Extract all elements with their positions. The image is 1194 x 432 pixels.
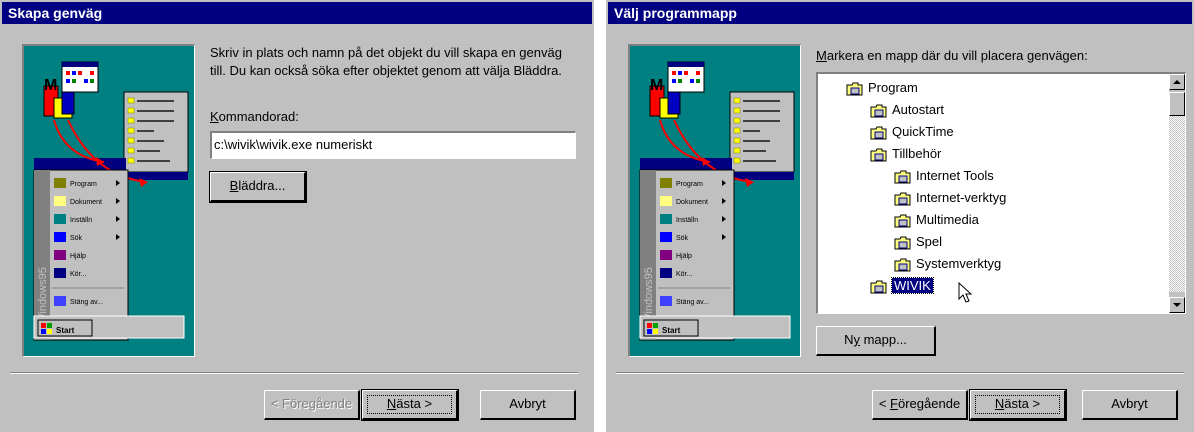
svg-text:Hjälp: Hjälp — [70, 253, 86, 260]
program-folder-icon — [894, 192, 912, 206]
tree-item-quicktime[interactable]: QuickTime — [870, 122, 954, 142]
create-shortcut-dialog: Skapa genväg M Windows95 Program Dokumen… — [0, 0, 594, 432]
tree-item-multimedia[interactable]: Multimedia — [894, 210, 979, 230]
command-line-input[interactable]: c:\wivik\wivik.exe numeriskt — [210, 131, 576, 159]
next-button[interactable]: Nästa > — [969, 389, 1067, 421]
scroll-thumb[interactable] — [1169, 92, 1185, 116]
svg-text:Dokument: Dokument — [676, 199, 708, 206]
scroll-up-button[interactable] — [1169, 74, 1185, 90]
windows95-side-label: Windows95 — [37, 267, 49, 324]
wizard-illustration: M Windows95 Program Dokument Inställn Sö… — [22, 44, 195, 357]
tree-item-internet-verktyg[interactable]: Internet-verktyg — [894, 188, 1006, 208]
tree-item-internet-tools[interactable]: Internet Tools — [894, 166, 994, 186]
browse-button[interactable]: Bläddra... — [209, 171, 307, 203]
svg-text:M: M — [44, 77, 57, 94]
svg-text:Program: Program — [70, 181, 97, 188]
mouse-cursor-icon — [958, 281, 973, 307]
next-button[interactable]: Nästa > — [361, 389, 459, 421]
tree-item-program[interactable]: Program — [846, 78, 918, 98]
separator — [10, 372, 578, 374]
svg-text:Inställn: Inställn — [70, 217, 92, 224]
svg-text:Dokument: Dokument — [70, 199, 102, 206]
svg-text:Kör...: Kör... — [70, 271, 86, 278]
instructions-text: Skriv in plats och namn på det objekt du… — [210, 45, 562, 78]
tree-item-wivik[interactable]: WIVIK — [870, 276, 934, 296]
command-line-label: Kommandorad: — [210, 109, 299, 124]
back-button[interactable]: < Föregående — [264, 390, 360, 420]
svg-text:Start: Start — [56, 326, 75, 335]
vertical-scrollbar[interactable] — [1169, 74, 1185, 313]
tree-item-tillbehor[interactable]: Tillbehör — [870, 144, 941, 164]
scroll-track[interactable] — [1169, 116, 1185, 292]
wizard-illustration: M Windows95 Program Dokument Inställn Sö… — [628, 44, 801, 357]
instruction-label: Markera en mapp där du vill placera genv… — [816, 48, 1088, 63]
svg-text:Hjälp: Hjälp — [676, 253, 692, 260]
program-folder-icon — [870, 280, 888, 294]
svg-text:Inställn: Inställn — [676, 217, 698, 224]
arrow-up-icon — [1173, 80, 1181, 84]
tree-item-spel[interactable]: Spel — [894, 232, 942, 252]
program-folder-icon — [870, 126, 888, 140]
new-folder-button[interactable]: Ny mapp... — [816, 326, 936, 356]
svg-text:Start: Start — [662, 326, 681, 335]
program-folder-icon — [870, 148, 888, 162]
svg-text:Stäng av...: Stäng av... — [70, 299, 103, 306]
open-folder-icon — [846, 82, 864, 96]
program-folder-icon — [894, 170, 912, 184]
program-folder-icon — [894, 214, 912, 228]
svg-text:M: M — [650, 77, 663, 94]
tree-item-autostart[interactable]: Autostart — [870, 100, 944, 120]
back-button[interactable]: < Föregående — [872, 390, 968, 420]
separator — [616, 372, 1184, 374]
arrow-down-icon — [1173, 303, 1181, 307]
program-folder-icon — [894, 236, 912, 250]
scroll-down-button[interactable] — [1169, 297, 1185, 313]
cancel-button[interactable]: Avbryt — [1082, 390, 1178, 420]
folder-tree[interactable]: Program Autostart QuickTime Tillbehör In… — [816, 72, 1186, 314]
program-folder-icon — [870, 104, 888, 118]
tree-item-systemverktyg[interactable]: Systemverktyg — [894, 254, 1001, 274]
dialog-title: Skapa genväg — [2, 2, 592, 24]
svg-text:Program: Program — [676, 181, 703, 188]
svg-text:Sök: Sök — [70, 235, 83, 242]
svg-text:Stäng av...: Stäng av... — [676, 299, 709, 306]
windows95-side-label: Windows95 — [643, 267, 655, 324]
cancel-button[interactable]: Avbryt — [480, 390, 576, 420]
dialog-title: Välj programmapp — [608, 2, 1192, 24]
svg-text:Kör...: Kör... — [676, 271, 692, 278]
svg-text:Sök: Sök — [676, 235, 689, 242]
program-folder-icon — [894, 258, 912, 272]
select-program-folder-dialog: Välj programmapp M Windows95 Program Dok… — [606, 0, 1194, 432]
